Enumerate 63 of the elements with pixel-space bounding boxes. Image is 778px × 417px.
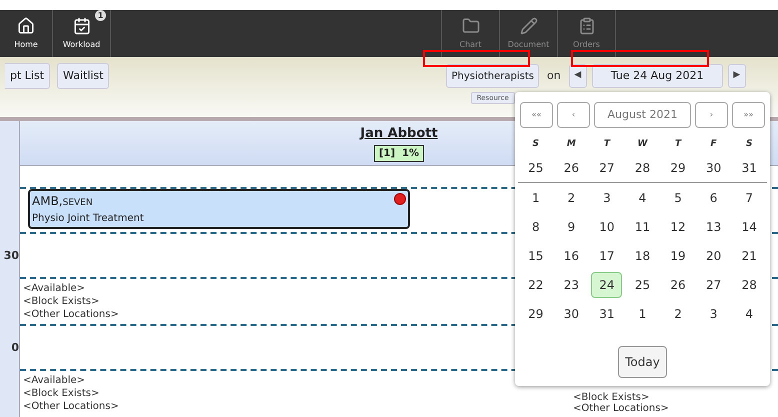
weekday-label: F: [710, 138, 718, 152]
calendar-day[interactable]: 15: [520, 242, 552, 268]
calendar-nav-button[interactable]: »»: [732, 102, 765, 128]
calendar-day[interactable]: 3: [698, 300, 730, 326]
calendar-nav-button[interactable]: ›: [695, 102, 728, 128]
weekday-label: T: [602, 138, 612, 152]
toolbar-button[interactable]: Waitlist: [57, 63, 110, 89]
weekday-label: M: [566, 138, 577, 152]
calendar-day[interactable]: 31: [734, 155, 765, 181]
calendar-day[interactable]: 2: [662, 300, 694, 326]
weekday-label: S: [744, 138, 754, 152]
calendar-day[interactable]: 19: [662, 242, 694, 268]
time-label: 30: [4, 248, 19, 264]
calendar-day[interactable]: 29: [662, 155, 694, 181]
calendar-day[interactable]: 27: [591, 155, 622, 181]
calendar-day[interactable]: 21: [734, 242, 765, 268]
calendar-day[interactable]: 29: [520, 300, 552, 326]
time-label: 0: [11, 340, 19, 356]
home-icon: [17, 16, 35, 34]
slot-status-text: <Available>: [23, 374, 86, 387]
next-day-button[interactable]: ▶: [728, 64, 746, 88]
weekday-label: S: [532, 138, 540, 152]
folder-icon: [462, 16, 480, 34]
calendar-day[interactable]: 30: [556, 300, 587, 326]
notification-badge: 1: [95, 10, 106, 21]
resource-group-dropdown[interactable]: Physiotherapists: [446, 64, 539, 88]
calendar-day[interactable]: 30: [698, 155, 730, 181]
previous-day-button[interactable]: ◀: [568, 64, 587, 88]
clipboard-icon: [578, 16, 596, 34]
weekday-label: T: [674, 138, 683, 152]
slot-status-text: <Block Exists>: [573, 392, 650, 403]
slot-status-text: <Block Exists>: [23, 295, 100, 308]
on-label: on: [546, 68, 562, 84]
calendar-day[interactable]: 25: [520, 155, 552, 181]
slot-status-text: <Other Locations>: [573, 403, 669, 414]
calendar-check-icon: [72, 16, 90, 34]
weekday-label: W: [636, 138, 649, 152]
month-label[interactable]: August 2021: [594, 102, 691, 128]
calendar-day[interactable]: 28: [626, 155, 658, 181]
resource-name[interactable]: Jan Abbott: [360, 124, 438, 144]
calendar-day[interactable]: 24: [591, 272, 622, 298]
calendar-day[interactable]: 26: [556, 155, 587, 181]
slot-status-text: <Other Locations>: [23, 308, 119, 321]
calendar-day[interactable]: 17: [591, 242, 622, 268]
today-button[interactable]: Today: [618, 346, 667, 378]
patient-name: AMB,SEVEN: [32, 193, 93, 210]
calendar-day[interactable]: 20: [698, 242, 730, 268]
utilization-badge: [1] 1%: [374, 145, 424, 162]
date-field[interactable]: Tue 24 Aug 2021: [592, 64, 723, 88]
slot-status-text: <Other Locations>: [23, 400, 119, 413]
pencil-icon: [520, 16, 538, 34]
slot-status-text: <Block Exists>: [23, 387, 100, 400]
calendar-nav-button[interactable]: ‹: [557, 102, 590, 128]
appointment-card[interactable]: AMB,SEVEN Physio Joint Treatment: [28, 189, 410, 229]
appointment-type: Physio Joint Treatment: [32, 212, 145, 226]
calendar-nav-button[interactable]: ««: [520, 102, 553, 128]
calendar-day[interactable]: 18: [626, 242, 658, 268]
calendar-day[interactable]: 4: [734, 300, 765, 326]
calendar-day[interactable]: 31: [591, 300, 622, 326]
calendar-day[interactable]: 16: [556, 242, 587, 268]
calendar-day[interactable]: 1: [626, 300, 658, 326]
slot-status-text: <Available>: [23, 282, 86, 295]
toolbar-button[interactable]: pt List: [5, 63, 50, 89]
